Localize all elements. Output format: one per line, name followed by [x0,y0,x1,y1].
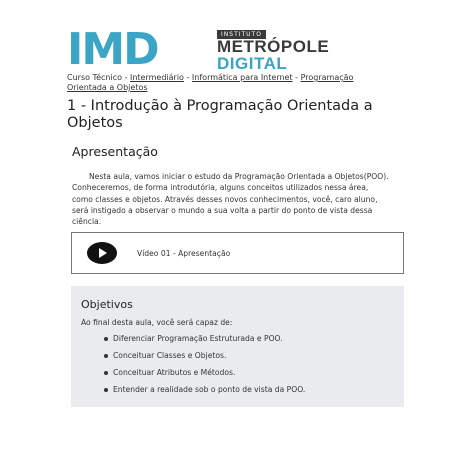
breadcrumb-link-intermediario[interactable]: Intermediário [130,73,184,82]
logo-imd-text: IMD [67,24,160,75]
logo-metropole-text: METRÓPOLE [217,37,330,56]
play-button[interactable] [87,242,117,264]
video-player[interactable]: Vídeo 01 - Apresentação [71,232,404,274]
logo-digital-text: DIGITAL [217,54,288,73]
presentation-text: Nesta aula, vamos iniciar o estudo da Pr… [72,172,389,227]
objectives-box: Objetivos Ao final desta aula, você será… [71,286,404,407]
list-item: Conceituar Classes e Objetos. [103,351,305,368]
breadcrumb-prefix: Curso Técnico - [67,73,130,82]
page-title: 1 - Introdução à Programação Orientada a… [67,98,373,131]
list-item: Entender a realidade sob o ponto de vist… [103,385,305,402]
list-item: Conceituar Atributos e Métodos. [103,368,305,385]
play-icon [99,248,107,258]
objectives-intro: Ao final desta aula, você será capaz de: [81,318,233,327]
objectives-list: Diferenciar Programação Estruturada e PO… [103,334,305,402]
objectives-heading: Objetivos [81,298,133,311]
video-label: Vídeo 01 - Apresentação [137,249,231,258]
breadcrumb: Curso Técnico - Intermediário - Informát… [67,73,387,93]
presentation-heading: Apresentação [72,144,158,159]
breadcrumb-separator: - [183,73,192,82]
imd-logo: IMD INSTITUTO METRÓPOLE DIGITAL [67,24,352,75]
list-item: Diferenciar Programação Estruturada e PO… [103,334,305,351]
breadcrumb-separator: - [292,73,301,82]
breadcrumb-link-informatica[interactable]: Informática para Internet [192,73,293,82]
